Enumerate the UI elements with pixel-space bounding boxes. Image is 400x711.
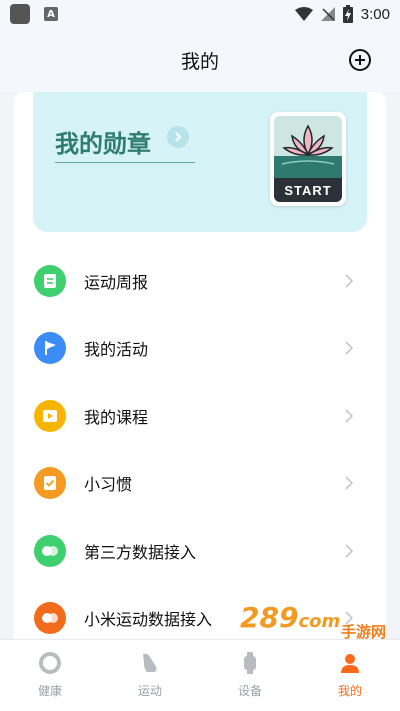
- page-title: 我的: [180, 50, 219, 73]
- watch-icon: [237, 650, 263, 676]
- menu-item-habits[interactable]: 小习惯: [14, 450, 386, 518]
- clock: 3:00: [360, 5, 390, 23]
- flag-icon: [34, 332, 66, 365]
- nav-label: 我的: [337, 684, 362, 698]
- start-medal-badge[interactable]: START: [270, 112, 346, 206]
- menu-item-weekly-report[interactable]: 运动周报: [14, 247, 386, 315]
- site-watermark: 289com 手游网: [240, 601, 390, 643]
- badge-start-label: START: [274, 178, 342, 202]
- battery-charging-icon: [342, 5, 353, 23]
- health-ring-icon: [37, 650, 63, 676]
- badge-image: START: [274, 116, 342, 202]
- nav-tab-health[interactable]: 健康: [0, 640, 100, 711]
- lotus-icon: [274, 116, 342, 178]
- medal-card[interactable]: 我的勋章 START: [33, 92, 367, 232]
- menu-item-label: 我的课程: [84, 407, 149, 427]
- main-content: 我的勋章 START 运动周报 我的活动 我的课程 小习惯 第三方数据接入 小米…: [14, 92, 386, 652]
- status-icons: 3:00: [294, 5, 390, 23]
- link-icon: [34, 534, 66, 567]
- menu-item-label: 第三方数据接入: [84, 542, 197, 562]
- play-icon: [34, 399, 66, 432]
- top-bar: 我的: [0, 28, 400, 92]
- nav-label: 运动: [137, 684, 162, 698]
- no-signal-icon: [320, 7, 335, 21]
- menu-item-label: 小习惯: [84, 475, 133, 495]
- wifi-icon: [294, 7, 313, 21]
- menu-item-my-courses[interactable]: 我的课程: [14, 382, 386, 450]
- mi-link-icon: [34, 602, 66, 635]
- nav-label: 健康: [37, 684, 62, 698]
- menu-item-label: 小米运动数据接入: [84, 610, 213, 630]
- watermark-main: 289com: [240, 601, 341, 634]
- shoe-icon: [137, 650, 163, 676]
- nav-label: 设备: [237, 684, 262, 698]
- medal-underline: [55, 162, 195, 163]
- nav-tab-devices[interactable]: 设备: [200, 640, 300, 711]
- bottom-nav: 健康 运动 设备 我的: [0, 639, 400, 711]
- profile-icon: [337, 650, 363, 676]
- menu-item-label: 我的活动: [84, 340, 149, 360]
- habit-check-icon: [34, 467, 66, 500]
- report-icon: [34, 264, 66, 297]
- nav-tab-workout[interactable]: 运动: [100, 640, 200, 711]
- add-button[interactable]: [348, 48, 372, 72]
- a-notification-icon: A: [44, 7, 58, 21]
- menu-item-my-activities[interactable]: 我的活动: [14, 315, 386, 383]
- chevron-right-icon: [345, 274, 354, 288]
- status-bar: A 3:00: [0, 0, 400, 28]
- menu-list: 运动周报 我的活动 我的课程 小习惯 第三方数据接入 小米运动数据接入: [14, 247, 386, 652]
- chevron-right-icon: [345, 476, 354, 490]
- medal-title: 我的勋章: [55, 130, 151, 158]
- chevron-right-icon: [345, 341, 354, 355]
- chevron-right-icon: [345, 409, 354, 423]
- menu-item-label: 运动周报: [84, 272, 149, 292]
- app-notification-icon: [10, 4, 30, 24]
- nav-tab-profile[interactable]: 我的: [300, 640, 400, 711]
- menu-item-third-party-data[interactable]: 第三方数据接入: [14, 517, 386, 585]
- chevron-right-icon: [345, 544, 354, 558]
- chevron-right-icon: [167, 126, 189, 148]
